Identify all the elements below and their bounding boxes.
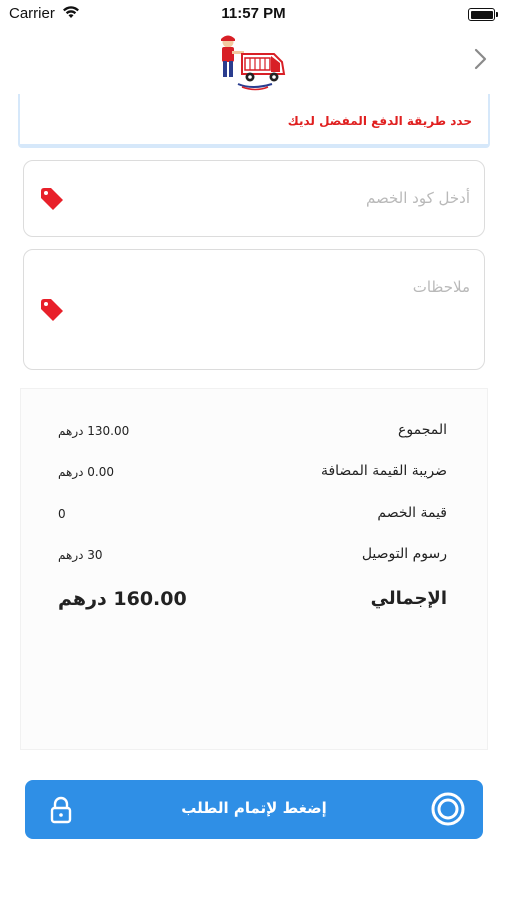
summary-row-delivery: رسوم التوصيل 30 درهم — [21, 546, 487, 572]
discount-code-placeholder: أدخل كود الخصم — [366, 189, 470, 207]
checkout-label: إضغط لإتمام الطلب — [181, 799, 327, 817]
total-label: الإجمالي — [370, 588, 447, 609]
tag-icon — [38, 185, 66, 213]
summary-label: ضريبة القيمة المضافة — [320, 463, 447, 479]
summary-row-vat: ضريبة القيمة المضافة 0.00 درهم — [21, 463, 487, 489]
radio-selected-icon — [431, 792, 465, 826]
payment-method-hint: حدد طريقة الدفع المفضل لديك — [287, 114, 472, 128]
tag-icon — [38, 296, 66, 324]
total-value: 160.00 درهم — [58, 588, 187, 610]
notes-field[interactable]: ملاحظات — [23, 249, 485, 370]
notes-placeholder: ملاحظات — [412, 278, 470, 296]
summary-label: قيمة الخصم — [377, 505, 447, 521]
summary-label: رسوم التوصيل — [361, 546, 447, 562]
summary-row-subtotal: المجموع 130.00 درهم — [21, 422, 487, 448]
nav-bar — [0, 28, 507, 94]
chevron-right-icon[interactable] — [469, 46, 491, 72]
summary-value: 0 — [58, 507, 66, 521]
summary-row-discount: قيمة الخصم 0 — [21, 505, 487, 531]
status-bar: Carrier 11:57 PM — [0, 0, 507, 28]
summary-value: 0.00 درهم — [58, 465, 114, 479]
summary-value: 30 درهم — [58, 548, 103, 562]
battery-icon — [468, 8, 498, 21]
payment-method-box[interactable]: حدد طريقة الدفع المفضل لديك — [18, 94, 490, 148]
delivery-cart-logo — [212, 32, 292, 94]
summary-value: 130.00 درهم — [58, 424, 130, 438]
summary-label: المجموع — [398, 422, 447, 438]
order-summary: المجموع 130.00 درهم ضريبة القيمة المضافة… — [20, 388, 488, 750]
checkout-button[interactable]: إضغط لإتمام الطلب — [25, 780, 483, 839]
clock: 11:57 PM — [221, 5, 286, 22]
summary-row-total: الإجمالي 160.00 درهم — [21, 588, 487, 614]
discount-code-field[interactable]: أدخل كود الخصم — [23, 160, 485, 237]
